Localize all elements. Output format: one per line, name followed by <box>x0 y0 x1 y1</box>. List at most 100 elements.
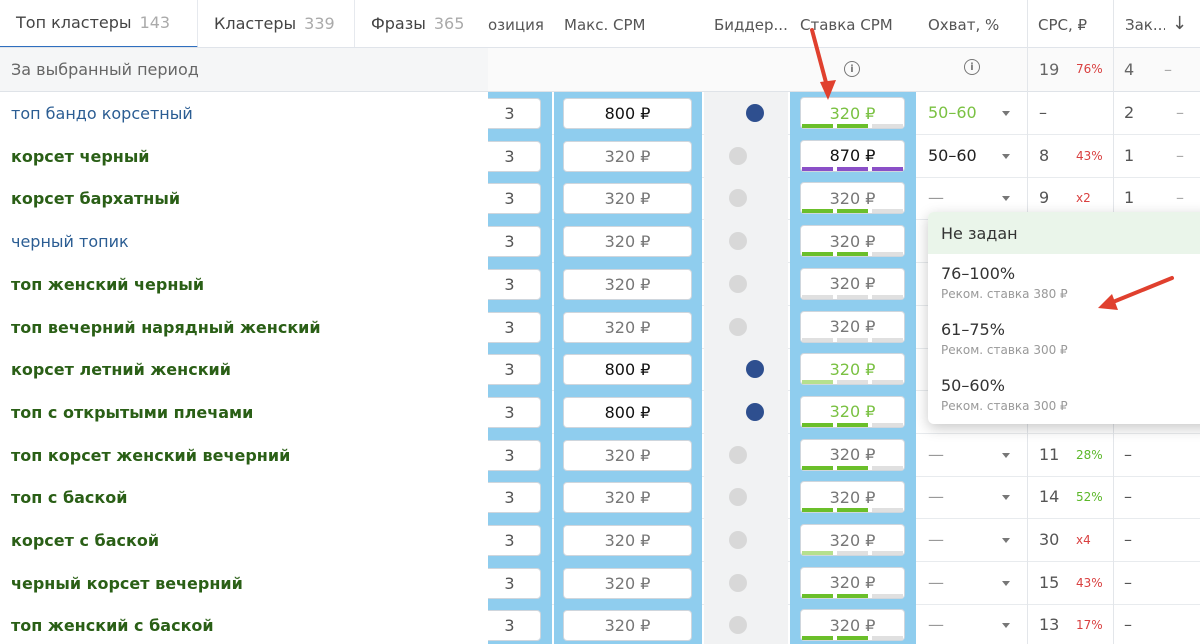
cluster-name[interactable]: корсет с баской <box>0 519 488 562</box>
max-cpm-input[interactable]: 320 ₽ <box>563 268 692 300</box>
table-row[interactable]: корсет с баской 3 320 ₽320 ₽ —30 x4– <box>0 519 1200 562</box>
chevron-down-icon[interactable] <box>1002 538 1010 543</box>
chevron-down-icon[interactable] <box>1002 196 1010 202</box>
max-cpm-input[interactable]: 320 ₽ <box>563 567 692 599</box>
tab-count: 365 <box>433 14 465 33</box>
cluster-name[interactable]: топ женский с баской <box>0 604 488 644</box>
option-sub: Реком. ставка 300 ₽ <box>941 399 1068 413</box>
cluster-name[interactable]: топ вечерний нарядный женский <box>0 305 488 349</box>
bidder-toggle[interactable] <box>746 402 764 421</box>
summary-cpc: 19 <box>1039 60 1060 79</box>
cluster-name[interactable]: топ женский черный <box>0 262 488 306</box>
max-cpm-input[interactable]: 320 ₽ <box>563 140 692 172</box>
cpc-value: 14 <box>1039 487 1060 507</box>
max-cpm-input[interactable]: 320 ₽ <box>563 525 692 556</box>
app: Топ кластеры 143 Кластеры 339 Фразы 365 … <box>0 0 1200 644</box>
sort-arrow-icon[interactable]: ↓ <box>1172 13 1187 34</box>
table-row[interactable]: корсет черный 3 320 ₽870 ₽50–60 8 43% 1– <box>0 134 1200 178</box>
chevron-down-icon[interactable] <box>1002 495 1010 501</box>
table-row[interactable]: топ женский с баской 3 320 ₽320 ₽ —13 17% – <box>0 604 1200 644</box>
max-cpm-input[interactable]: 320 ₽ <box>563 610 692 642</box>
tab-clusters[interactable]: Кластеры 339 <box>198 0 355 47</box>
bidder-toggle[interactable] <box>729 274 747 293</box>
col-coverage[interactable]: Охват, % <box>928 16 999 34</box>
bidder-toggle[interactable] <box>729 232 747 251</box>
bid-strength-bar <box>802 422 903 427</box>
col-position[interactable]: озиция <box>488 16 544 34</box>
coverage-select[interactable]: 50–60 <box>928 103 977 122</box>
max-cpm-input[interactable]: 800 ₽ <box>563 354 692 386</box>
coverage-select[interactable]: 50–60 <box>928 146 977 165</box>
chevron-down-icon[interactable] <box>1002 153 1010 159</box>
table-row[interactable]: топ бандо корсетный 3 800 ₽320 ₽50–60–2– <box>0 92 1200 135</box>
cpc-value: 30 <box>1039 530 1060 549</box>
max-cpm-input[interactable]: 320 ₽ <box>563 311 692 343</box>
table-row[interactable]: топ корсет женский вечерний 3 320 ₽320 ₽ —1… <box>0 433 1200 477</box>
bidder-toggle[interactable] <box>729 146 747 165</box>
info-icon[interactable]: i <box>844 61 860 77</box>
col-orders[interactable]: Зак... <box>1125 16 1165 34</box>
cluster-name[interactable]: топ с баской <box>0 476 488 520</box>
summary-row: i i 19 76% 4 – <box>488 48 1200 92</box>
tab-phrases[interactable]: Фразы 365 <box>355 0 488 47</box>
col-max-cpm[interactable]: Макс. CPM <box>564 16 645 34</box>
bidder-toggle[interactable] <box>729 445 747 464</box>
dropdown-option-50-60[interactable]: 50–60% Реком. ставка 300 ₽ <box>928 366 1200 422</box>
bidder-toggle[interactable] <box>729 573 747 592</box>
chevron-down-icon[interactable] <box>1002 111 1010 116</box>
max-cpm-input[interactable]: 320 ₽ <box>563 482 692 514</box>
bid-strength-bar <box>802 465 903 470</box>
option-label: 76–100% <box>941 264 1016 283</box>
coverage-select[interactable]: — <box>928 530 944 549</box>
orders-value: 1 <box>1124 145 1135 165</box>
max-cpm-input[interactable]: 320 ₽ <box>563 226 692 258</box>
option-label: 50–60% <box>941 376 1005 395</box>
coverage-dropdown: Не задан 76–100% Реком. ставка 380 ₽ 61–… <box>928 212 1200 424</box>
bid-strength-bar <box>802 252 903 257</box>
col-bidder[interactable]: Биддер... <box>714 16 790 34</box>
bid-strength-bar <box>802 551 903 555</box>
cpc-pct: 43% <box>1076 575 1103 590</box>
column-headers: озиция Макс. CPM Биддер... Ставка CPM Ох… <box>488 0 1200 48</box>
coverage-select[interactable]: — <box>928 445 944 464</box>
cpc-pct: 17% <box>1076 618 1103 633</box>
cluster-name[interactable]: топ корсет женский вечерний <box>0 433 488 477</box>
cluster-name[interactable]: корсет бархатный <box>0 177 488 221</box>
coverage-select[interactable]: — <box>928 573 944 592</box>
bidder-toggle[interactable] <box>729 531 747 549</box>
col-bid-cpm[interactable]: Ставка CPM <box>800 16 893 34</box>
summary-label-text: За выбранный период <box>11 60 199 79</box>
bid-strength-bar <box>802 337 903 342</box>
table-row[interactable]: топ с баской 3 320 ₽320 ₽ —14 52% – <box>0 476 1200 520</box>
coverage-select[interactable]: — <box>928 487 944 506</box>
chevron-down-icon[interactable] <box>1002 452 1010 458</box>
max-cpm-input[interactable]: 800 ₽ <box>563 98 692 129</box>
cluster-name[interactable]: корсет черный <box>0 134 488 178</box>
info-icon[interactable]: i <box>964 59 980 75</box>
cpc-value: 9 <box>1039 188 1050 208</box>
summary-label: За выбранный период <box>0 48 488 92</box>
orders-value: 1 <box>1124 188 1135 208</box>
cluster-name[interactable]: черный топик <box>0 220 488 264</box>
cluster-name[interactable]: черный корсет вечерний <box>0 561 488 605</box>
bidder-toggle[interactable] <box>746 104 764 122</box>
cluster-name[interactable]: корсет летний женский <box>0 348 488 392</box>
chevron-down-icon[interactable] <box>1002 623 1010 629</box>
coverage-select[interactable]: — <box>928 615 944 634</box>
table-row[interactable]: черный корсет вечерний 3 320 ₽320 ₽ —15 43% – <box>0 561 1200 605</box>
coverage-select[interactable]: — <box>928 188 944 207</box>
bid-strength-bar <box>802 508 903 513</box>
orders-value: – <box>1124 444 1132 464</box>
dropdown-option-61-75[interactable]: 61–75% Реком. ставка 300 ₽ <box>928 310 1200 366</box>
dropdown-option-none[interactable]: Не задан <box>928 212 1200 254</box>
tab-top-clusters[interactable]: Топ кластеры 143 <box>0 0 198 47</box>
chevron-down-icon[interactable] <box>1002 580 1010 586</box>
max-cpm-input[interactable]: 320 ₽ <box>563 183 692 215</box>
max-cpm-input[interactable]: 800 ₽ <box>563 396 692 428</box>
bidder-toggle[interactable] <box>729 317 747 336</box>
cluster-name[interactable]: топ с открытыми плечами <box>0 390 488 434</box>
cluster-name[interactable]: топ бандо корсетный <box>0 92 488 135</box>
col-cpc[interactable]: CPC, ₽ <box>1038 16 1087 34</box>
max-cpm-input[interactable]: 320 ₽ <box>563 439 692 471</box>
dropdown-option-76-100[interactable]: 76–100% Реком. ставка 380 ₽ <box>928 254 1200 310</box>
